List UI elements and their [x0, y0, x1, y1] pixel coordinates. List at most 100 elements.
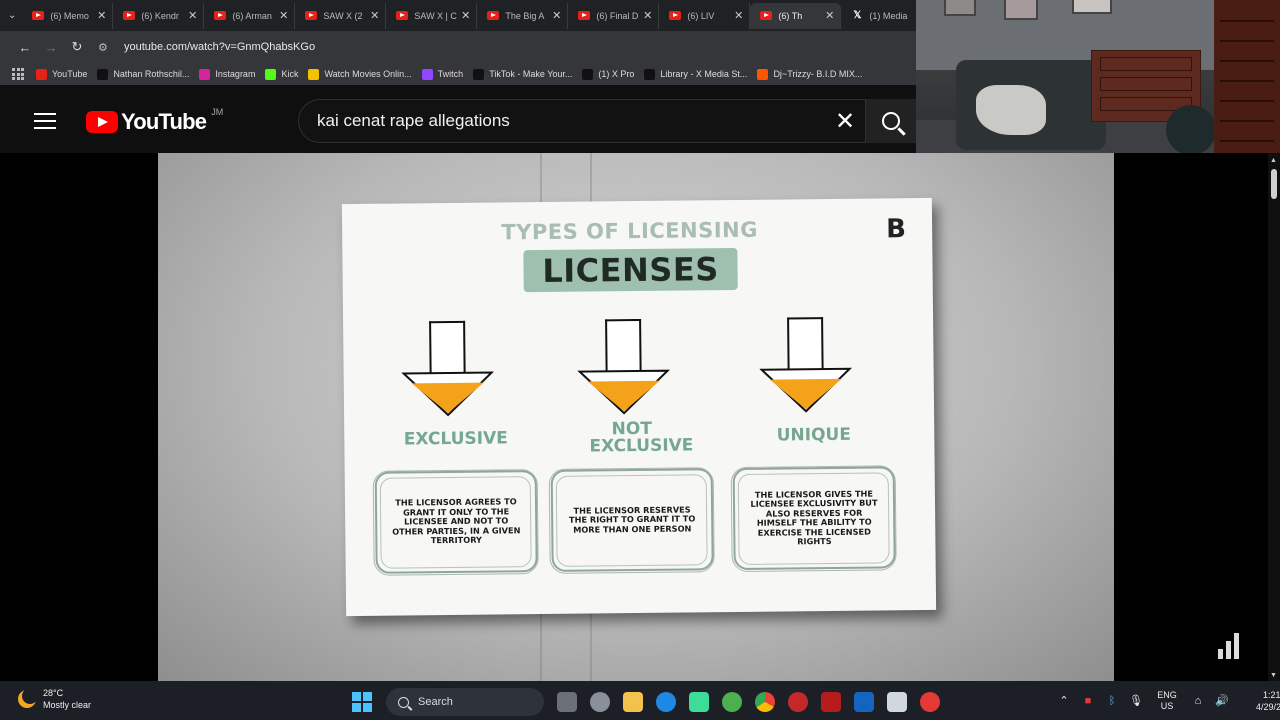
start-button[interactable]	[352, 692, 372, 712]
settings-gear-icon[interactable]	[583, 686, 616, 718]
bookmark-item[interactable]: (1) X Pro	[582, 68, 634, 80]
reload-icon[interactable]: ↻	[64, 39, 90, 55]
close-tab-icon[interactable]: ✕	[552, 9, 561, 22]
weather-widget[interactable]: 28°C Mostly clear	[18, 687, 91, 711]
bookmark-favicon-icon	[582, 68, 594, 80]
browser-tab[interactable]: The Big A ✕	[477, 2, 569, 29]
taskbar-search[interactable]: Search	[386, 688, 544, 716]
close-tab-icon[interactable]: ✕	[97, 9, 106, 22]
task-view-icon[interactable]	[550, 686, 583, 718]
search-icon	[398, 696, 409, 708]
licenses-poster: TYPES OF LICENSING LICENSES B EXCLUSIVE T…	[341, 197, 937, 617]
language-indicator[interactable]: ENG US	[1152, 690, 1182, 712]
windows-taskbar: 28°C Mostly clear Search ⌃ ■ ᛒ 🎙 ENG US …	[0, 681, 1280, 720]
close-tab-icon[interactable]: ✕	[370, 9, 379, 22]
close-tab-icon[interactable]: ✕	[188, 9, 197, 22]
bluetooth-icon[interactable]: ᛒ	[1100, 695, 1124, 707]
bookmark-label: TikTok - Make Your...	[489, 69, 573, 79]
x-favicon-icon: 𝕏	[853, 9, 862, 21]
bookmark-item[interactable]: YouTube	[36, 68, 87, 80]
chrome-icon[interactable]	[748, 686, 781, 718]
search-input[interactable]: kai cenat rape allegations	[317, 111, 825, 131]
youtube-favicon-icon	[32, 11, 45, 20]
bookmark-label: Watch Movies Onlin...	[324, 69, 412, 79]
scroll-down-icon[interactable]: ▼	[1270, 672, 1277, 679]
discord-icon[interactable]	[682, 686, 715, 718]
bookmark-item[interactable]: TikTok - Make Your...	[473, 68, 573, 80]
browser-tab[interactable]: (6) LIV ✕	[659, 2, 751, 29]
tray-app-icon[interactable]: ■	[1076, 695, 1100, 707]
app-record-icon[interactable]	[913, 686, 946, 718]
menu-hamburger-icon[interactable]	[34, 113, 56, 129]
close-tab-icon[interactable]: ✕	[825, 9, 834, 22]
apps-grid-icon[interactable]	[12, 68, 24, 80]
screen: ⌄ (6) Memo ✕ (6) Kendr ✕ (6) Arman ✕ SAW X (2 ✕…	[0, 0, 1280, 720]
bookmark-favicon-icon	[265, 68, 277, 80]
utorrent-icon[interactable]	[715, 686, 748, 718]
back-arrow-icon[interactable]: ←	[12, 40, 38, 55]
site-settings-icon[interactable]: ⚙	[98, 41, 118, 54]
scrollbar-thumb[interactable]	[1271, 169, 1277, 199]
app-m-icon[interactable]	[847, 686, 880, 718]
browser-tab[interactable]: (6) Memo ✕	[22, 2, 114, 29]
tab-title: (1) Media	[869, 10, 908, 21]
search-icon	[882, 112, 900, 130]
browser-tab[interactable]: SAW X (2 ✕	[295, 2, 387, 29]
microphone-icon[interactable]: 🎙	[1124, 694, 1148, 707]
url-field[interactable]: ⚙ youtube.com/watch?v=GnmQhabsKGo	[98, 34, 898, 60]
tab-title: SAW X (2	[323, 10, 363, 21]
scroll-up-icon[interactable]: ▲	[1270, 157, 1277, 164]
browser-tab[interactable]: (6) Arman ✕	[204, 2, 296, 29]
bookmark-label: Library - X Media St...	[660, 69, 748, 79]
browser-tab[interactable]: (6) Kendr ✕	[113, 2, 205, 29]
clock[interactable]: 1:21 AM 4/29/2026	[1242, 689, 1280, 713]
clock-time: 1:21 AM	[1262, 689, 1280, 700]
poster-subtitle: TYPES OF LICENSING	[501, 217, 759, 245]
license-description: THE LICENSOR AGREES TO GRANT IT ONLY TO …	[392, 496, 521, 546]
license-type-title: NOT EXCLUSIVE	[589, 418, 694, 457]
channel-watermark-icon[interactable]	[1210, 623, 1254, 667]
app-c-icon[interactable]	[649, 686, 682, 718]
close-tab-icon[interactable]: ✕	[461, 9, 470, 22]
close-tab-icon[interactable]: ✕	[643, 9, 652, 22]
license-description: THE LICENSOR GIVES THE LICENSEE EXCLUSIV…	[750, 488, 878, 547]
browser-tab[interactable]: (6) Th ✕	[750, 2, 842, 29]
voicemeeter-icon[interactable]	[814, 686, 847, 718]
browser-tab[interactable]: (6) Final D ✕	[568, 2, 660, 29]
file-explorer-icon[interactable]	[616, 686, 649, 718]
tab-title: The Big A	[505, 10, 545, 21]
bookmark-item[interactable]: Dj~Trizzy- B.I.D MIX...	[757, 68, 862, 80]
network-icon[interactable]: ⌂	[1186, 695, 1210, 707]
search-box[interactable]: kai cenat rape allegations ✕	[298, 99, 866, 143]
bookmark-item[interactable]: Instagram	[199, 68, 255, 80]
forward-arrow-icon[interactable]: →	[38, 40, 64, 55]
app-red-icon[interactable]	[781, 686, 814, 718]
bookmark-item[interactable]: Twitch	[421, 68, 463, 80]
clear-search-icon[interactable]: ✕	[825, 107, 865, 136]
poster-title: LICENSES	[523, 247, 738, 293]
youtube-logo[interactable]: YouTube JM	[86, 107, 223, 135]
bookmark-item[interactable]: Kick	[265, 68, 299, 80]
page-scrollbar[interactable]: ▲ ▼	[1268, 153, 1280, 681]
tray-overflow-chevron-icon[interactable]: ⌃	[1052, 694, 1076, 707]
app-notes-icon[interactable]	[880, 686, 913, 718]
video-player[interactable]: TYPES OF LICENSING LICENSES B EXCLUSIVE T…	[0, 153, 1280, 681]
youtube-favicon-icon	[123, 11, 136, 20]
bookmarks-bar: YouTube Nathan Rothschil... Instagram Kick W…	[0, 63, 916, 85]
bookmark-item[interactable]: Library - X Media St...	[644, 68, 748, 80]
bookmark-item[interactable]: Nathan Rothschil...	[97, 68, 190, 80]
search-button[interactable]	[866, 99, 916, 143]
browser-tab[interactable]: SAW X | C ✕	[386, 2, 478, 29]
bookmark-label: Kick	[281, 69, 299, 79]
bookmark-item[interactable]: Watch Movies Onlin...	[308, 68, 412, 80]
tab-search-chevron-icon[interactable]: ⌄	[8, 5, 16, 27]
youtube-favicon-icon	[669, 11, 682, 20]
volume-icon[interactable]: 🔊	[1210, 694, 1234, 707]
bookmark-label: Nathan Rothschil...	[113, 69, 190, 79]
close-tab-icon[interactable]: ✕	[734, 9, 743, 22]
moon-weather-icon	[18, 688, 38, 708]
taskbar-search-label: Search	[418, 696, 453, 708]
license-type-title: UNIQUE	[776, 424, 852, 446]
license-description-box: THE LICENSOR GIVES THE LICENSEE EXCLUSIV…	[732, 466, 896, 571]
close-tab-icon[interactable]: ✕	[279, 9, 288, 22]
